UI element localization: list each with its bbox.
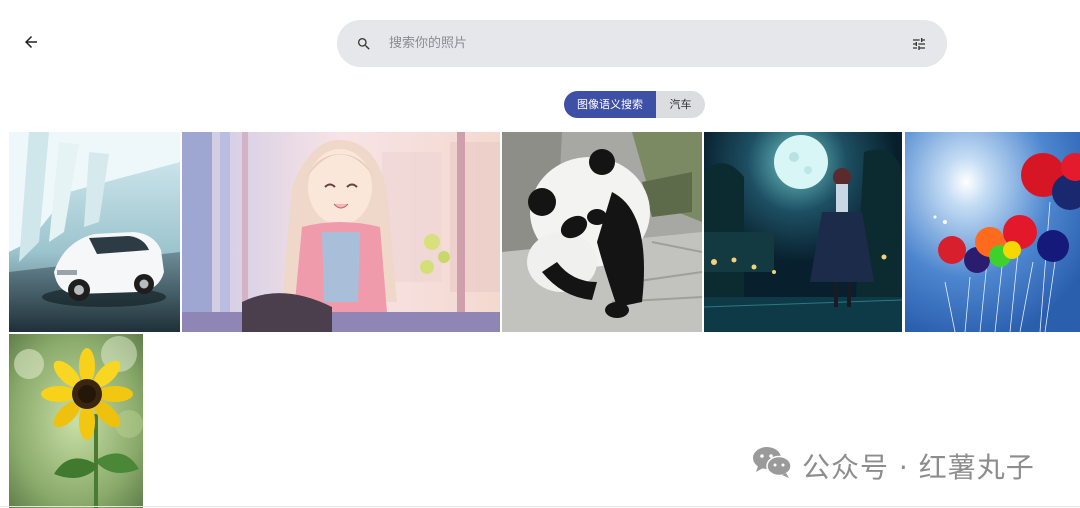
chip-car[interactable]: 汽车: [656, 91, 705, 118]
photo-balloons[interactable]: [905, 132, 1080, 332]
back-button[interactable]: [18, 31, 44, 57]
search-icon[interactable]: [355, 35, 373, 53]
search-bar: [337, 20, 947, 67]
photo-search-app: 图像语义搜索 汽车: [0, 0, 1080, 508]
photo-car[interactable]: [9, 132, 180, 332]
watermark: 公众号 · 红薯丸子: [752, 445, 1035, 486]
search-chips: 图像语义搜索 汽车: [564, 91, 705, 118]
search-input[interactable]: [387, 35, 909, 52]
bottom-divider: [0, 506, 1080, 507]
photo-anime-girl[interactable]: [182, 132, 500, 332]
chip-semantic-search[interactable]: 图像语义搜索: [564, 91, 656, 118]
photo-panda[interactable]: [502, 132, 702, 332]
photo-sunflower[interactable]: [9, 334, 143, 508]
tune-icon[interactable]: [909, 34, 929, 54]
watermark-text: 公众号 · 红薯丸子: [802, 450, 1035, 484]
photo-moon-night[interactable]: [704, 132, 902, 332]
wechat-icon: [752, 445, 802, 486]
arrow-left-icon: [22, 33, 40, 55]
